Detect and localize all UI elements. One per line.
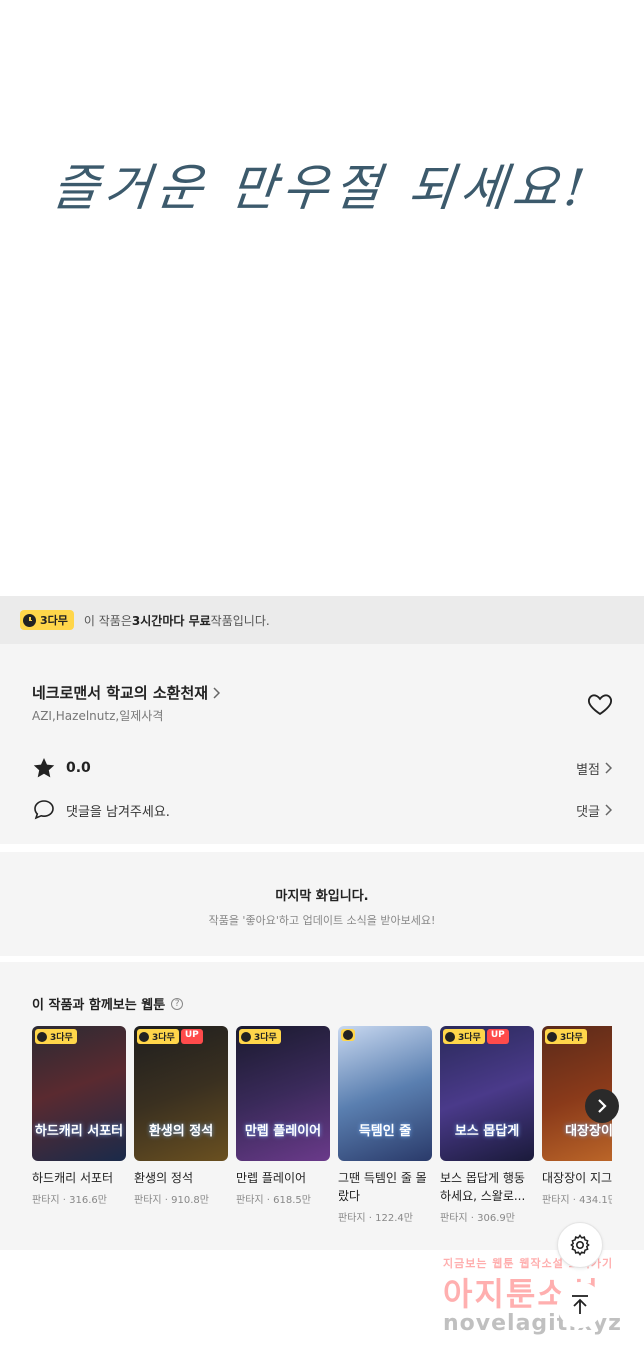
last-episode-subtitle: 작품을 '좋아요'하고 업데이트 소식을 받아보세요! — [208, 914, 436, 927]
series-title-link[interactable]: 네크로맨서 학교의 소환천재 — [32, 682, 221, 703]
clock-icon — [445, 1031, 455, 1042]
card-meta: 판타지 · 306.9만 — [440, 1213, 515, 1224]
recommendation-card[interactable]: 3다무 UP 환생의 정석 환생의 정석 판타지 · 910.8만 — [134, 1026, 228, 1206]
free-info-bar: 3다무 이 작품은 3시간마다 무료 작품입니다. — [0, 596, 644, 644]
free-text-bold: 3시간마다 무료 — [131, 613, 211, 628]
clock-icon — [343, 1030, 353, 1040]
cover-art-title: 환생의 정석 — [148, 1124, 214, 1139]
recommendations-section: 이 작품과 함께보는 웹툰 ? 3다무 하드캐리 서포터 하드캐리 서포터 판타… — [0, 962, 644, 1250]
comment-link-label: 댓글 — [576, 804, 600, 820]
watermark-line1: 지금보는 웹툰 웹작소설 보러가기 — [443, 1257, 614, 1270]
free-badge: 3다무 — [35, 1029, 77, 1044]
recommendation-carousel: 3다무 하드캐리 서포터 하드캐리 서포터 판타지 · 316.6만 3다무 UP… — [32, 1026, 612, 1236]
card-title: 보스 몹답게 행동하세요, 스왈로... — [440, 1171, 526, 1203]
comment-prompt: 댓글을 남겨주세요. — [66, 804, 170, 820]
rating-row: 0.0 별점 — [32, 756, 612, 780]
watermark-line2: 아지툰소설 — [443, 1275, 601, 1313]
arrow-up-icon — [572, 1295, 588, 1314]
card-thumbnail: 3다무 만렙 플레이어 — [236, 1026, 330, 1161]
card-thumbnail: 3다무 UP 환생의 정석 — [134, 1026, 228, 1161]
banner-text: 즐거운 만우절 되세요! — [49, 159, 594, 217]
free-badge-label: 3다무 — [40, 614, 68, 627]
recommendations-title: 이 작품과 함께보는 웹툰 — [32, 998, 166, 1013]
badge-label: 3다무 — [458, 1033, 481, 1043]
rating-value: 0.0 — [66, 760, 91, 776]
last-episode-notice: 마지막 화입니다. 작품을 '좋아요'하고 업데이트 소식을 받아보세요! — [0, 852, 644, 956]
free-badge: 3다무 — [137, 1029, 179, 1044]
free-badge: 3다무 — [20, 610, 74, 630]
comment-link[interactable]: 댓글 — [576, 801, 612, 820]
card-thumbnail: 3다무 하드캐리 서포터 — [32, 1026, 126, 1161]
badge-label: 3다무 — [152, 1033, 175, 1043]
free-text-before: 이 작품은 — [83, 613, 132, 628]
badge-label: 3다무 — [50, 1033, 73, 1043]
up-badge: UP — [180, 1029, 203, 1044]
cover-art-title: 득템인 줄 — [358, 1124, 412, 1139]
clock-icon — [139, 1031, 149, 1042]
card-meta: 판타지 · 316.6만 — [32, 1195, 107, 1206]
recommendation-card[interactable]: 3다무 하드캐리 서포터 하드캐리 서포터 판타지 · 316.6만 — [32, 1026, 126, 1206]
series-title: 네크로맨서 학교의 소환천재 — [32, 684, 209, 702]
card-title: 대장장이 지그 — [542, 1171, 612, 1185]
clock-icon — [241, 1031, 251, 1042]
series-info: 네크로맨서 학교의 소환천재 AZI,Hazelnutz,일제사격 0.0 별점… — [0, 644, 644, 844]
free-badge: 3다무 — [239, 1029, 281, 1044]
scroll-top-button[interactable] — [557, 1282, 603, 1328]
cover-art-title: 보스 몹답게 — [454, 1124, 520, 1139]
card-title: 그땐 득템인 줄 몰랐다 — [338, 1171, 427, 1203]
card-title: 하드캐리 서포터 — [32, 1171, 114, 1185]
card-thumbnail: 득템인 줄 — [338, 1026, 432, 1161]
rating-link[interactable]: 별점 — [576, 759, 612, 778]
comment-icon — [34, 800, 54, 820]
watermark-line3: novelagit.xyz — [443, 1311, 622, 1336]
clock-icon — [547, 1031, 557, 1042]
rating-link-label: 별점 — [576, 762, 600, 778]
free-badge: 3다무 — [443, 1029, 485, 1044]
settings-button[interactable] — [557, 1222, 603, 1268]
cover-art-title: 하드캐리 서포터 — [34, 1124, 124, 1139]
carousel-next-button[interactable] — [585, 1089, 619, 1123]
series-authors: AZI,Hazelnutz,일제사격 — [32, 709, 164, 723]
episode-image: 즐거운 만우절 되세요! — [0, 0, 644, 596]
heart-icon[interactable] — [586, 690, 614, 718]
free-badge: 3다무 — [545, 1029, 587, 1044]
card-meta: 판타지 · 618.5만 — [236, 1195, 311, 1206]
chevron-right-icon — [213, 686, 221, 699]
clock-icon — [23, 613, 36, 627]
badge-label: 3다무 — [560, 1033, 583, 1043]
free-text-after: 작품입니다. — [210, 613, 270, 628]
free-badge — [341, 1029, 355, 1041]
help-icon[interactable]: ? — [171, 997, 184, 1010]
chevron-right-icon — [605, 762, 612, 774]
card-title: 만렙 플레이어 — [236, 1171, 307, 1185]
star-icon — [33, 758, 55, 778]
card-title: 환생의 정석 — [134, 1171, 194, 1185]
card-meta: 판타지 · 434.1만 — [542, 1195, 612, 1206]
gear-icon — [570, 1234, 590, 1256]
recommendation-card[interactable]: 3다무 만렙 플레이어 만렙 플레이어 판타지 · 618.5만 — [236, 1026, 330, 1206]
recommendation-card[interactable]: 3다무 UP 보스 몹답게 보스 몹답게 행동하세요, 스왈로... 판타지 · … — [440, 1026, 534, 1224]
card-meta: 판타지 · 910.8만 — [134, 1195, 209, 1206]
last-episode-title: 마지막 화입니다. — [275, 889, 369, 904]
card-thumbnail: 3다무 UP 보스 몹답게 — [440, 1026, 534, 1161]
comment-prompt-button[interactable]: 댓글을 남겨주세요. — [32, 798, 170, 822]
recommendations-header: 이 작품과 함께보는 웹툰 ? — [32, 994, 184, 1013]
cover-art-title: 만렙 플레이어 — [244, 1124, 322, 1139]
up-badge: UP — [486, 1029, 509, 1044]
badge-label: 3다무 — [254, 1033, 277, 1043]
clock-icon — [37, 1031, 47, 1042]
card-meta: 판타지 · 122.4만 — [338, 1213, 413, 1224]
chevron-right-icon — [598, 1099, 607, 1113]
chevron-right-icon — [605, 804, 612, 816]
recommendation-card[interactable]: 득템인 줄 그땐 득템인 줄 몰랐다 판타지 · 122.4만 — [338, 1026, 432, 1224]
watermark: 지금보는 웹툰 웹작소설 보러가기 아지툰소설 novelagit.xyz — [443, 1255, 643, 1336]
comment-row: 댓글을 남겨주세요. 댓글 — [32, 798, 612, 822]
